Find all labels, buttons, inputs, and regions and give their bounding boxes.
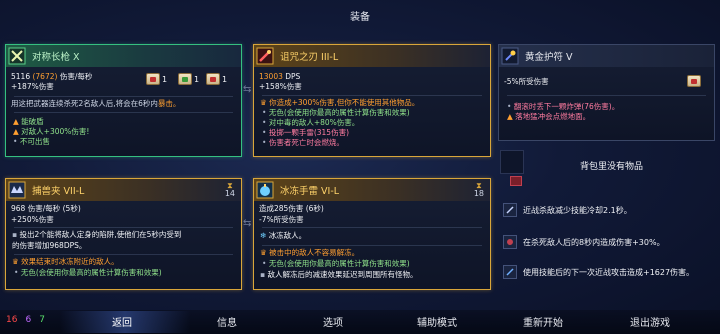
card-header: 冰冻手雷 VI-L <box>254 179 490 201</box>
empty-slot-icon <box>500 150 524 174</box>
effect-trap-cont: 的伤害增加968DPS。 <box>12 241 87 250</box>
swap-arrows-icon[interactable]: ⇆ <box>243 218 251 229</box>
effect-poison-bonus: • 对中毒的敌人+80%伤害。 <box>262 118 360 127</box>
divider <box>14 96 233 97</box>
weapon-card-spear[interactable]: 对称长枪 X 5116 (7672) 伤害/每秒 +187%伤害 1 1 1 用… <box>5 44 242 157</box>
card-header: 诅咒之刃 III-L <box>254 45 490 67</box>
backpack-slot[interactable]: 背包里没有物品 <box>498 150 715 188</box>
weapon-card-cursed-sword[interactable]: 诅咒之刃 III-L 13003 DPS +158%伤害 ♛ 你造成+300%伤… <box>253 44 491 157</box>
item-name: 冰冻手雷 VI-L <box>280 186 340 197</box>
damage-reduction: -7%所受伤害 <box>259 215 304 224</box>
dps-value: 968 <box>11 204 26 213</box>
info-button[interactable]: 信息 <box>205 314 249 329</box>
backpack-empty-text: 背包里没有物品 <box>580 162 644 172</box>
brutality-scroll-icon <box>146 73 160 85</box>
dps-value: 5116 <box>11 72 31 81</box>
damage-bonus: +187%伤害 <box>11 82 54 91</box>
restart-button[interactable]: 重新开始 <box>511 314 575 329</box>
scroll-tag-3: 1 <box>206 73 227 85</box>
scroll-tag-2: 1 <box>178 73 199 85</box>
effect-trap: ▪ 投出2个能将敌人定身的陷阱,使他们在5秒内受到 <box>12 230 182 239</box>
cooldown-indicator: ⧗ 18 <box>473 181 484 198</box>
effect-ground-fire: ▲ 落地猛冲会点燃地面。 <box>507 112 591 121</box>
item-name: 捕兽夹 VII-L <box>32 186 85 197</box>
effect-slow-spread: ▪ 敌人解冻后的减速效果延迟到周围所有怪物。 <box>260 270 418 279</box>
scroll-counts: 16 6 7 <box>6 315 45 325</box>
divider <box>262 227 482 228</box>
spear-icon <box>6 45 28 67</box>
damage-bonus: +250%伤害 <box>11 215 54 224</box>
bear-trap-icon <box>6 179 28 201</box>
divider <box>14 112 233 113</box>
survival-scroll-icon <box>178 73 192 85</box>
divider <box>262 245 482 246</box>
item-name: 黄金护符 V <box>525 52 573 63</box>
dps-alt-value: (7672) <box>32 72 58 81</box>
axe-icon <box>503 203 517 217</box>
skull-icon <box>503 235 517 249</box>
amulet-icon <box>499 45 521 67</box>
amulet-card[interactable]: 黄金护符 V -5%所受伤害 • 翻滚时丢下一颗炸弹(76伤害)。 ▲ 落地猛冲… <box>498 44 715 141</box>
cooldown-indicator: ⧗ 14 <box>224 181 235 198</box>
page-title: 装备 <box>350 12 370 23</box>
tag-enemy-bonus: ▲ 对敌人+300%伤害! <box>13 127 90 136</box>
effect-burn: • 伤害者死亡时会燃烧。 <box>262 138 344 147</box>
divider <box>14 227 233 228</box>
divider <box>14 254 233 255</box>
tag-unsellable: • 不可出售 <box>13 137 50 146</box>
card-header: 黄金护符 V <box>499 45 714 67</box>
effect-freeze: ❄ 冰冻敌人。 <box>260 231 307 240</box>
amulet-scroll-icon <box>687 75 701 87</box>
mutation-item[interactable]: 在杀死敌人后的8秒内造成伤害+30%。 <box>503 235 665 249</box>
skill-card-trap[interactable]: 捕兽夹 VII-L ⧗ 14 968 伤害/每秒 (5秒) +250%伤害 ▪ … <box>5 178 242 290</box>
options-button[interactable]: 选项 <box>311 314 355 329</box>
card-header: 捕兽夹 VII-L <box>6 179 241 201</box>
cursed-sword-icon <box>254 45 276 67</box>
damage-value: 造成285伤害 (6秒) <box>259 204 324 213</box>
item-name: 诅咒之刃 III-L <box>280 52 339 63</box>
mutation-item[interactable]: 使用技能后的下一次近战攻击造成+1627伤害。 <box>503 265 694 279</box>
effect-colorless: • 无色(会使用你最高的属性计算伤害和效果) <box>262 259 410 268</box>
card-header: 对称长枪 X <box>6 45 241 67</box>
effect-hard-thaw: ♛ 被击中的敌人不容易解冻。 <box>260 248 360 257</box>
item-name: 对称长枪 X <box>32 52 80 63</box>
tag-shield-break: ▲ 能破盾 <box>13 117 44 126</box>
mutation-header-icon <box>510 176 522 186</box>
divider <box>507 95 706 96</box>
quit-button[interactable]: 退出游戏 <box>618 314 682 329</box>
dps-label: 伤害/每秒 <box>59 72 93 81</box>
effect-curse: ♛ 你造成+300%伤害,但你不能使用其他物品。 <box>260 98 420 107</box>
ice-grenade-icon <box>254 179 276 201</box>
damage-reduction: -5%所受伤害 <box>504 77 549 86</box>
dps-label: DPS <box>285 72 301 81</box>
tactics-scroll-icon <box>206 73 220 85</box>
tactics-count: 6 <box>25 315 32 325</box>
item-description: 用这把武器连续杀死2名敌人后,将会在6秒内暴击。 <box>11 99 181 108</box>
effect-bomb: • 翻滚时丢下一颗炸弹(76伤害)。 <box>507 102 620 111</box>
sword-icon <box>503 265 517 279</box>
mutation-item[interactable]: 近战杀敌减少技能冷却2.1秒。 <box>503 203 632 217</box>
back-button[interactable]: 返回 <box>100 314 144 329</box>
effect-grenade: • 投掷一颗手雷(315伤害) <box>262 128 349 137</box>
effect-freeze: ♛ 效果结束时冰冻附近的敌人。 <box>12 257 119 266</box>
swap-arrows-icon[interactable]: ⇆ <box>243 84 251 95</box>
brutality-count: 16 <box>6 315 18 325</box>
dps-label: 伤害/每秒 (5秒) <box>27 204 81 213</box>
effect-colorless: • 无色(会使用你最高的属性计算伤害和效果) <box>14 268 162 277</box>
divider <box>262 95 482 96</box>
dps-value: 13003 <box>259 72 283 81</box>
assist-mode-button[interactable]: 辅助模式 <box>405 314 469 329</box>
effect-colorless: • 无色(会使用你最高的属性计算伤害和效果) <box>262 108 410 117</box>
damage-bonus: +158%伤害 <box>259 82 302 91</box>
skill-card-grenade[interactable]: 冰冻手雷 VI-L ⧗ 18 造成285伤害 (6秒) -7%所受伤害 ❄ 冰冻… <box>253 178 491 290</box>
survival-count: 7 <box>39 315 45 325</box>
scroll-tag-1: 1 <box>146 73 167 85</box>
